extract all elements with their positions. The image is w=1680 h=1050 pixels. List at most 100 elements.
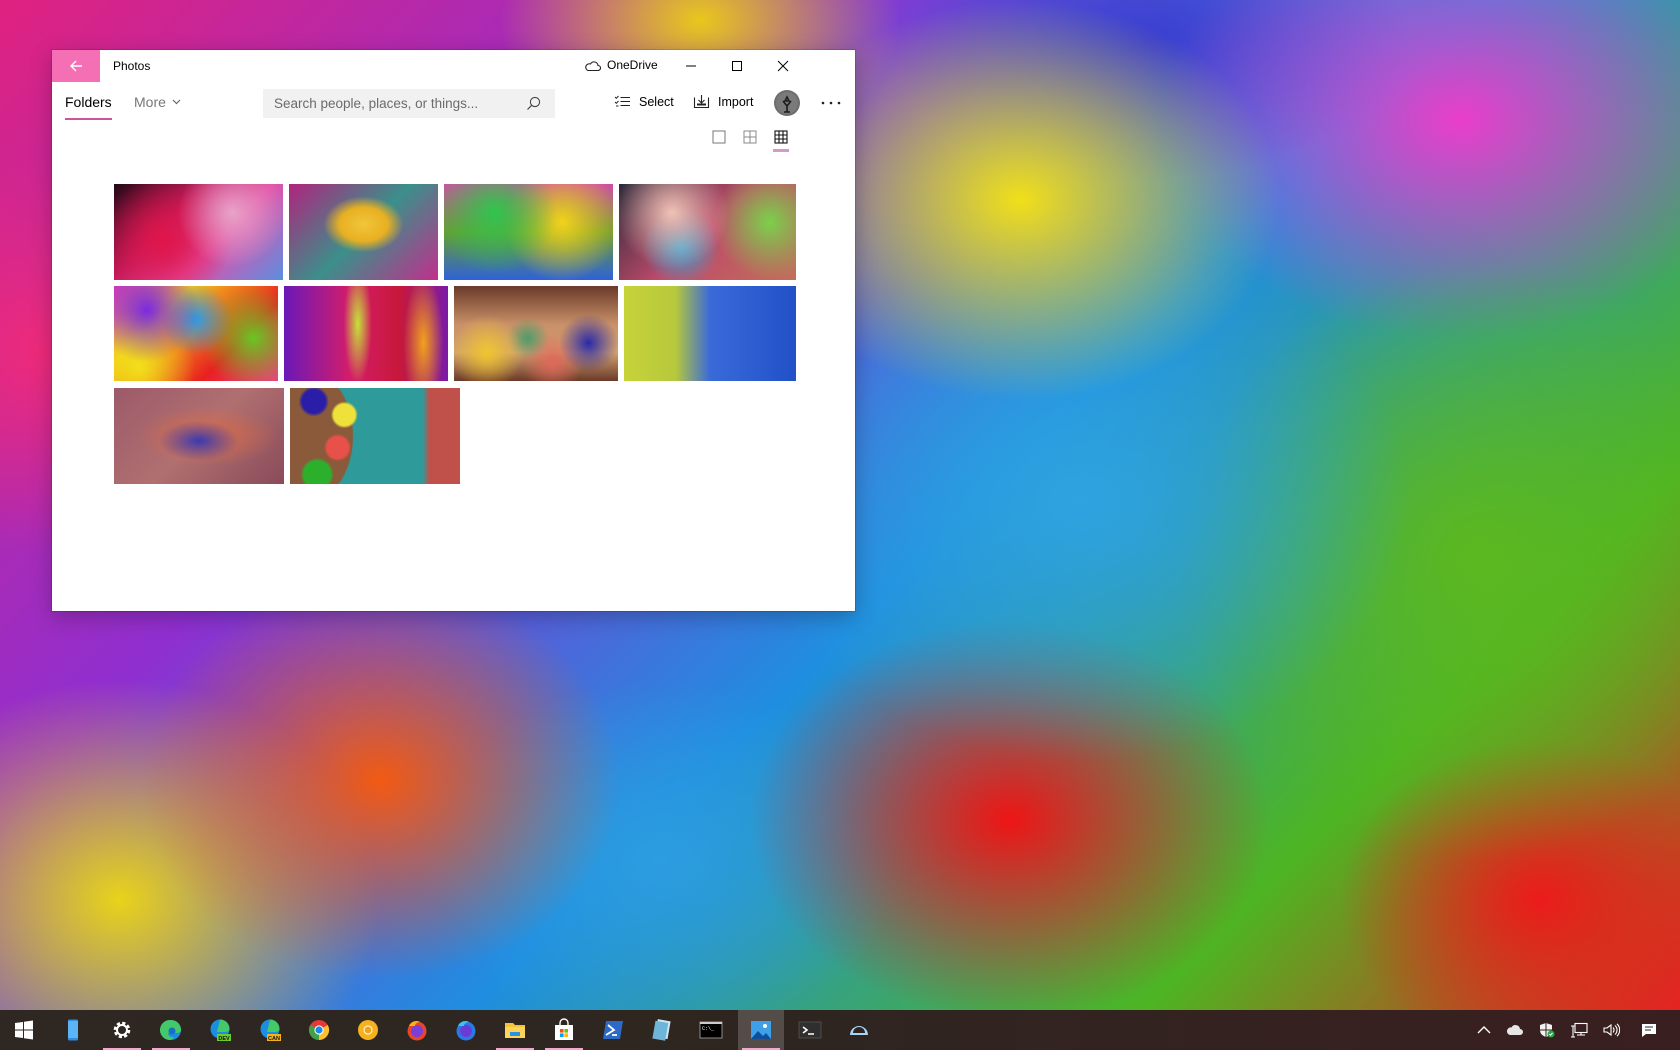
photo-thumbnail[interactable] bbox=[289, 184, 438, 280]
windows-logo-icon bbox=[12, 1018, 36, 1042]
taskbar: DEV CAN C:\_ bbox=[0, 1010, 1680, 1050]
shield-icon bbox=[1537, 1022, 1555, 1038]
import-icon bbox=[693, 95, 710, 109]
cloud-icon bbox=[585, 60, 601, 71]
single-square-icon bbox=[712, 130, 726, 144]
tab-more-label: More bbox=[134, 94, 166, 110]
maximize-icon bbox=[732, 61, 742, 71]
chevron-down-icon bbox=[172, 99, 181, 105]
taskbar-settings-button[interactable] bbox=[99, 1010, 145, 1050]
selected-tab-indicator bbox=[65, 118, 112, 120]
search-icon[interactable] bbox=[526, 96, 541, 111]
edge-canary-icon: CAN bbox=[258, 1018, 282, 1042]
notification-icon bbox=[1640, 1022, 1658, 1038]
taskbar-remote-button[interactable] bbox=[836, 1010, 882, 1050]
tab-more[interactable]: More bbox=[134, 94, 181, 110]
phone-icon bbox=[61, 1018, 85, 1042]
search-box[interactable] bbox=[263, 89, 555, 118]
tab-folders-label: Folders bbox=[65, 94, 112, 110]
taskbar-file-explorer-button[interactable] bbox=[492, 1010, 538, 1050]
selected-view-indicator bbox=[773, 149, 789, 152]
see-more-button[interactable] bbox=[816, 90, 846, 116]
store-icon bbox=[552, 1018, 576, 1042]
photo-thumbnail[interactable] bbox=[114, 184, 283, 280]
close-button[interactable] bbox=[760, 50, 806, 82]
taskbar-phone-button[interactable] bbox=[50, 1010, 96, 1050]
tray-windows-security-button[interactable] bbox=[1531, 1010, 1561, 1050]
tray-network-button[interactable] bbox=[1564, 1010, 1594, 1050]
cloud-icon bbox=[1506, 1022, 1524, 1038]
powershell-icon bbox=[601, 1018, 625, 1042]
tray-onedrive-button[interactable] bbox=[1500, 1010, 1530, 1050]
account-avatar[interactable] bbox=[774, 90, 800, 116]
view-medium-tiles-button[interactable] bbox=[739, 126, 761, 148]
app-title: Photos bbox=[113, 59, 151, 73]
search-input[interactable] bbox=[263, 95, 516, 112]
photo-thumbnail[interactable] bbox=[619, 184, 796, 280]
photo-thumbnail[interactable] bbox=[290, 388, 460, 484]
photo-thumbnail[interactable] bbox=[624, 286, 796, 381]
taskbar-firefox-dev-button[interactable] bbox=[443, 1010, 489, 1050]
maximize-button[interactable] bbox=[714, 50, 760, 82]
photos-window: Photos OneDrive Folders More Select Impo… bbox=[52, 50, 855, 611]
taskbar-photos-button[interactable] bbox=[737, 1010, 784, 1050]
back-button[interactable] bbox=[52, 50, 100, 82]
onedrive-button[interactable]: OneDrive bbox=[584, 58, 658, 72]
photos-icon bbox=[749, 1018, 773, 1042]
gear-icon bbox=[110, 1018, 134, 1042]
notepad-icon bbox=[650, 1018, 674, 1042]
import-button[interactable]: Import bbox=[693, 94, 753, 109]
arrow-left-icon bbox=[70, 60, 82, 72]
view-small-tiles-button[interactable] bbox=[770, 126, 792, 152]
taskbar-notepad-button[interactable] bbox=[639, 1010, 685, 1050]
ellipsis-icon bbox=[821, 101, 841, 105]
photo-thumbnail[interactable] bbox=[114, 388, 284, 484]
taskbar-edge-button[interactable] bbox=[148, 1010, 194, 1050]
import-label: Import bbox=[718, 94, 754, 109]
terminal-icon bbox=[798, 1018, 822, 1042]
tray-show-hidden-icons-button[interactable] bbox=[1469, 1010, 1499, 1050]
half-circle-icon bbox=[847, 1018, 871, 1042]
taskbar-store-button[interactable] bbox=[541, 1010, 587, 1050]
chrome-canary-icon bbox=[356, 1018, 380, 1042]
svg-text:C:\_: C:\_ bbox=[702, 1026, 715, 1032]
edge-icon bbox=[159, 1018, 183, 1042]
user-avatar-icon bbox=[776, 92, 798, 114]
tray-volume-button[interactable] bbox=[1596, 1010, 1626, 1050]
taskbar-start-button[interactable] bbox=[1, 1010, 47, 1050]
taskbar-edge-canary-button[interactable]: CAN bbox=[247, 1010, 293, 1050]
taskbar-command-prompt-button[interactable]: C:\_ bbox=[688, 1010, 734, 1050]
photo-thumbnail[interactable] bbox=[284, 286, 448, 381]
firefox-icon bbox=[405, 1018, 429, 1042]
view-large-tiles-button[interactable] bbox=[708, 126, 730, 148]
svg-text:DEV: DEV bbox=[219, 1036, 231, 1042]
four-grid-icon bbox=[743, 130, 757, 144]
select-label: Select bbox=[639, 94, 674, 109]
photo-thumbnail[interactable] bbox=[444, 184, 613, 280]
firefox-dev-icon bbox=[454, 1018, 478, 1042]
cmd-icon: C:\_ bbox=[699, 1018, 723, 1042]
folder-icon bbox=[503, 1018, 527, 1042]
photo-thumbnail[interactable] bbox=[114, 286, 278, 381]
close-icon bbox=[777, 60, 789, 72]
taskbar-firefox-button[interactable] bbox=[394, 1010, 440, 1050]
taskbar-chrome-button[interactable] bbox=[296, 1010, 342, 1050]
multiselect-icon bbox=[614, 95, 630, 107]
chrome-icon bbox=[307, 1018, 331, 1042]
network-icon bbox=[1570, 1022, 1588, 1038]
minimize-icon bbox=[686, 65, 696, 67]
select-button[interactable]: Select bbox=[614, 94, 674, 109]
taskbar-edge-dev-button[interactable]: DEV bbox=[197, 1010, 243, 1050]
tab-folders[interactable]: Folders bbox=[65, 94, 112, 120]
onedrive-label: OneDrive bbox=[607, 58, 658, 72]
nine-grid-icon bbox=[774, 130, 788, 144]
tray-action-center-button[interactable] bbox=[1634, 1010, 1664, 1050]
speaker-icon bbox=[1602, 1022, 1620, 1038]
minimize-button[interactable] bbox=[668, 50, 714, 82]
photo-thumbnail[interactable] bbox=[454, 286, 618, 381]
taskbar-chrome-canary-button[interactable] bbox=[345, 1010, 391, 1050]
taskbar-terminal-button[interactable] bbox=[787, 1010, 833, 1050]
chevron-up-icon bbox=[1475, 1022, 1493, 1038]
taskbar-powershell-button[interactable] bbox=[590, 1010, 636, 1050]
svg-text:CAN: CAN bbox=[268, 1036, 280, 1042]
